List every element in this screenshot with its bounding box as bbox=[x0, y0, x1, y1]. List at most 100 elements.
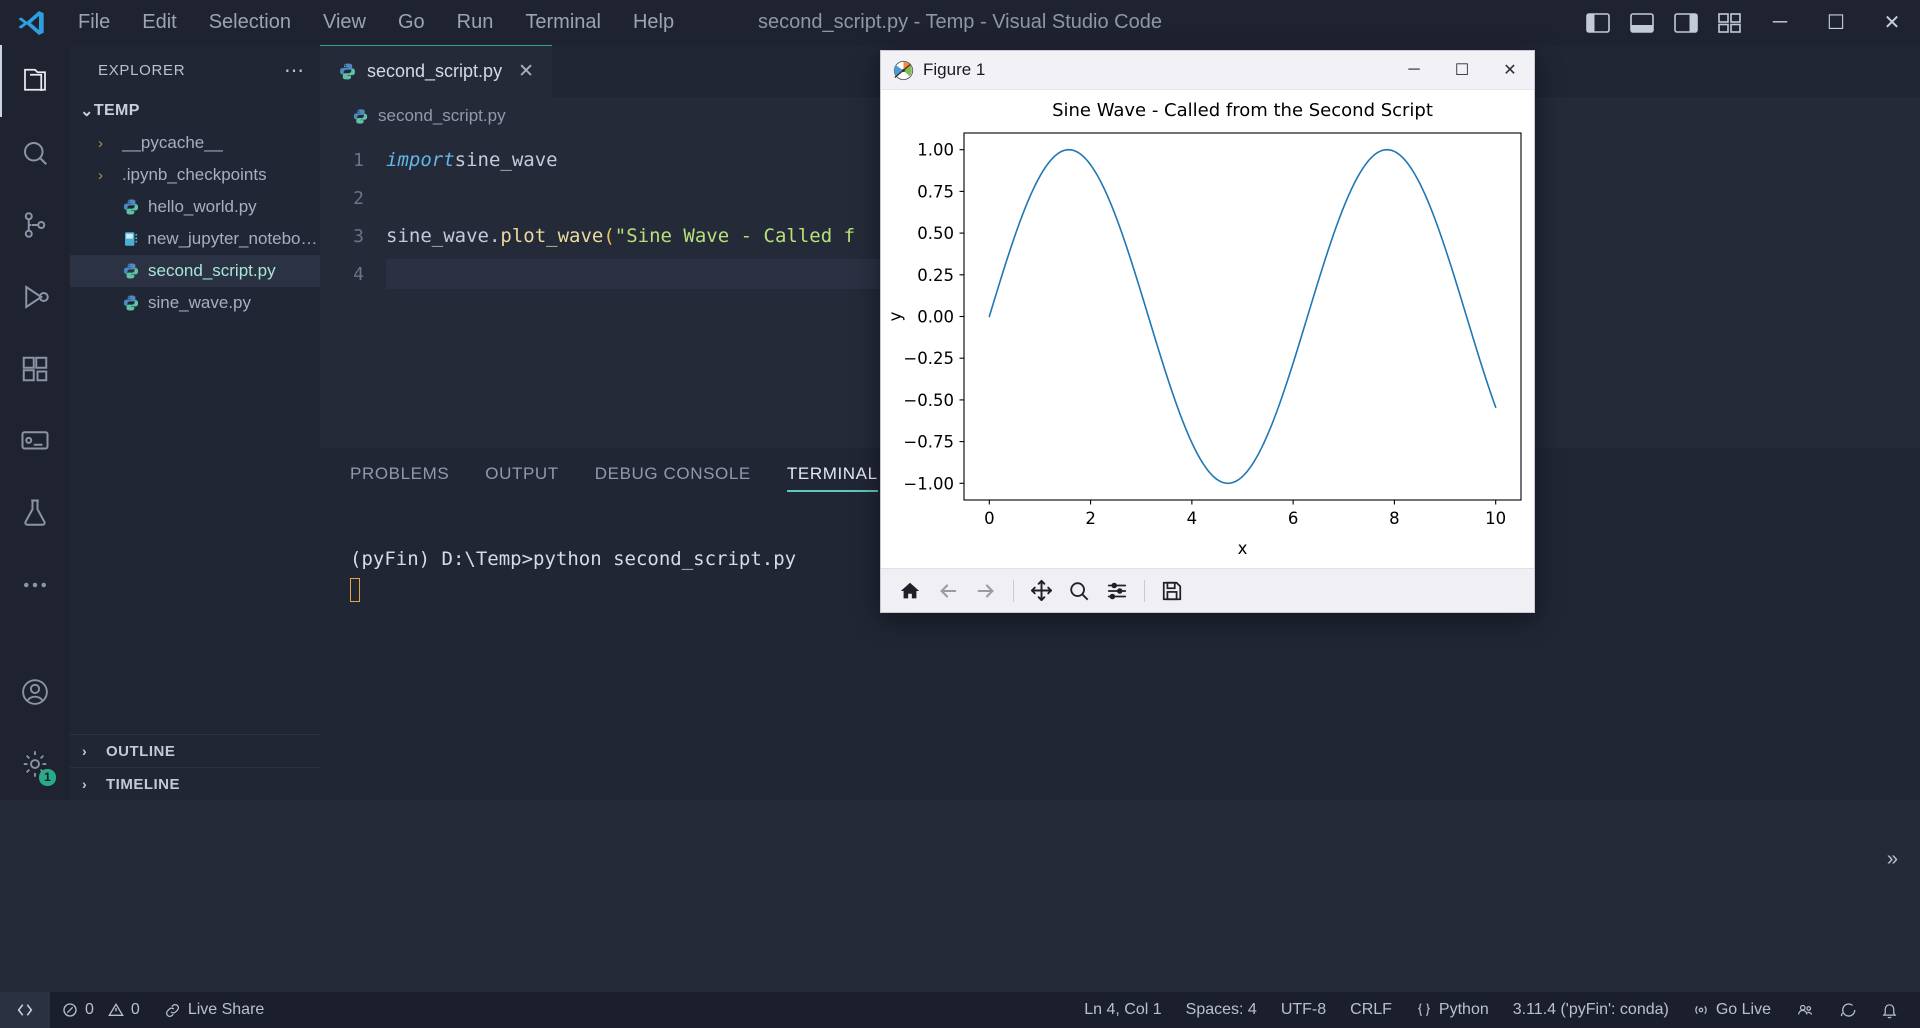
menu-item-view[interactable]: View bbox=[307, 0, 382, 45]
tree-item-label: hello_world.py bbox=[148, 197, 257, 217]
tree-item-second-script[interactable]: second_script.py bbox=[70, 255, 320, 287]
status-errors-warnings[interactable]: 0 0 bbox=[50, 992, 152, 1028]
status-indentation[interactable]: Spaces: 4 bbox=[1174, 992, 1269, 1028]
python-file-icon bbox=[352, 108, 369, 125]
editor-tab-second-script[interactable]: second_script.py ✕ bbox=[320, 45, 552, 97]
status-bar: 0 0 Live Share Ln 4, Col 1 Spaces: 4 UTF… bbox=[0, 992, 1920, 1028]
activity-remote-explorer[interactable] bbox=[0, 405, 70, 477]
status-notifications-bell-icon[interactable] bbox=[1869, 992, 1910, 1028]
window-close-button[interactable]: ✕ bbox=[1864, 0, 1920, 45]
tree-item-sine-wave[interactable]: sine_wave.py bbox=[70, 287, 320, 319]
toggle-primary-sidebar-icon[interactable] bbox=[1576, 0, 1620, 45]
toggle-panel-icon[interactable] bbox=[1620, 0, 1664, 45]
explorer-sidebar: EXPLORER ⋯ ⌄ TEMP › __pycache__ › .ipynb… bbox=[70, 45, 320, 800]
tab-debug-console[interactable]: DEBUG CONSOLE bbox=[595, 448, 751, 500]
code-punctuation: ( bbox=[603, 225, 614, 247]
panel-collapse-icon[interactable]: » bbox=[1887, 848, 1898, 871]
figure-canvas[interactable]: Sine Wave - Called from the Second Scrip… bbox=[881, 90, 1534, 568]
chevron-right-icon: › bbox=[98, 135, 122, 152]
section-outline[interactable]: › OUTLINE bbox=[70, 734, 320, 767]
zoom-button[interactable] bbox=[1062, 574, 1096, 608]
customize-layout-icon[interactable] bbox=[1708, 0, 1752, 45]
figure-window-controls: ─ ☐ ✕ bbox=[1390, 51, 1534, 90]
toolbar-separator bbox=[1144, 580, 1145, 602]
tree-item-new-jupyter-notebook[interactable]: new_jupyter_noteboo... bbox=[70, 223, 320, 255]
code-identifier: sine_wave bbox=[455, 149, 558, 171]
notebook-file-icon bbox=[122, 230, 147, 248]
activity-settings[interactable]: 1 bbox=[0, 728, 70, 800]
activity-account[interactable] bbox=[0, 656, 70, 728]
pan-button[interactable] bbox=[1024, 574, 1058, 608]
activity-more[interactable] bbox=[0, 549, 70, 621]
home-button[interactable] bbox=[893, 574, 927, 608]
section-label: TIMELINE bbox=[106, 776, 180, 793]
window-minimize-button[interactable]: ─ bbox=[1752, 0, 1808, 45]
chevron-down-icon: ⌄ bbox=[80, 101, 94, 121]
menu-item-run[interactable]: Run bbox=[441, 0, 510, 45]
tab-terminal[interactable]: TERMINAL bbox=[787, 448, 878, 500]
status-live-share[interactable]: Live Share bbox=[152, 992, 277, 1028]
toggle-secondary-sidebar-icon[interactable] bbox=[1664, 0, 1708, 45]
activity-explorer[interactable] bbox=[0, 45, 70, 117]
status-accounts-icon[interactable] bbox=[1783, 992, 1827, 1028]
status-encoding[interactable]: UTF-8 bbox=[1269, 992, 1338, 1028]
window-maximize-button[interactable]: ☐ bbox=[1808, 0, 1864, 45]
svg-text:4: 4 bbox=[1187, 509, 1198, 528]
sidebar-header: EXPLORER ⋯ bbox=[70, 45, 320, 95]
close-icon[interactable]: ✕ bbox=[518, 60, 534, 83]
settings-badge: 1 bbox=[39, 769, 56, 786]
tab-output[interactable]: OUTPUT bbox=[485, 448, 558, 500]
menu-item-selection[interactable]: Selection bbox=[193, 0, 307, 45]
status-eol[interactable]: CRLF bbox=[1338, 992, 1404, 1028]
python-file-icon bbox=[122, 262, 148, 280]
tree-item-hello-world[interactable]: hello_world.py bbox=[70, 191, 320, 223]
activity-testing[interactable] bbox=[0, 477, 70, 549]
figure-minimize-button[interactable]: ─ bbox=[1390, 51, 1438, 90]
tab-problems[interactable]: PROBLEMS bbox=[350, 448, 449, 500]
remote-window-button[interactable] bbox=[0, 992, 50, 1028]
terminal-cursor bbox=[350, 578, 360, 602]
code-object: sine_wave. bbox=[386, 225, 500, 247]
configure-subplots-button[interactable] bbox=[1100, 574, 1134, 608]
vscode-window: File Edit Selection View Go Run Terminal… bbox=[0, 0, 1920, 1028]
status-feedback-icon[interactable] bbox=[1827, 992, 1869, 1028]
tree-item-label: new_jupyter_noteboo... bbox=[147, 229, 320, 249]
activity-run-and-debug[interactable] bbox=[0, 261, 70, 333]
menu-item-edit[interactable]: Edit bbox=[126, 0, 192, 45]
menu-item-terminal[interactable]: Terminal bbox=[509, 0, 617, 45]
section-timeline[interactable]: › TIMELINE bbox=[70, 767, 320, 800]
status-language-mode[interactable]: Python bbox=[1404, 992, 1501, 1028]
svg-text:Sine Wave - Called from the Se: Sine Wave - Called from the Second Scrip… bbox=[1052, 100, 1433, 121]
forward-button[interactable] bbox=[969, 574, 1003, 608]
warning-count: 0 bbox=[131, 1001, 140, 1019]
menu-item-go[interactable]: Go bbox=[382, 0, 441, 45]
sidebar-more-icon[interactable]: ⋯ bbox=[284, 58, 306, 83]
tree-root-temp[interactable]: ⌄ TEMP bbox=[70, 95, 320, 127]
figure-title-bar: Figure 1 ─ ☐ ✕ bbox=[881, 51, 1534, 90]
status-go-live[interactable]: Go Live bbox=[1681, 992, 1783, 1028]
figure-maximize-button[interactable]: ☐ bbox=[1438, 51, 1486, 90]
activity-extensions[interactable] bbox=[0, 333, 70, 405]
sidebar-collapsed-sections: › OUTLINE › TIMELINE bbox=[70, 734, 320, 800]
title-bar: File Edit Selection View Go Run Terminal… bbox=[0, 0, 1920, 45]
svg-text:8: 8 bbox=[1389, 509, 1400, 528]
tree-item-ipynb-checkpoints[interactable]: › .ipynb_checkpoints bbox=[70, 159, 320, 191]
tree-root-label: TEMP bbox=[94, 102, 140, 120]
menu-item-help[interactable]: Help bbox=[617, 0, 690, 45]
activity-source-control[interactable] bbox=[0, 189, 70, 261]
status-python-interpreter[interactable]: 3.11.4 ('pyFin': conda) bbox=[1501, 992, 1681, 1028]
status-cursor-position[interactable]: Ln 4, Col 1 bbox=[1072, 992, 1173, 1028]
tree-item-pycache[interactable]: › __pycache__ bbox=[70, 127, 320, 159]
activity-search[interactable] bbox=[0, 117, 70, 189]
sine-wave-plot: Sine Wave - Called from the Second Scrip… bbox=[881, 90, 1534, 568]
back-button[interactable] bbox=[931, 574, 965, 608]
save-button[interactable] bbox=[1155, 574, 1189, 608]
svg-text:−1.00: −1.00 bbox=[903, 474, 954, 493]
figure-close-button[interactable]: ✕ bbox=[1486, 51, 1534, 90]
svg-text:2: 2 bbox=[1085, 509, 1096, 528]
code-string: "Sine Wave - Called f bbox=[615, 225, 855, 247]
vscode-logo-icon bbox=[0, 0, 62, 45]
toolbar-separator bbox=[1013, 580, 1014, 602]
menu-item-file[interactable]: File bbox=[62, 0, 126, 45]
matplotlib-figure-window[interactable]: Figure 1 ─ ☐ ✕ Sine Wave - Called from t… bbox=[880, 50, 1535, 613]
